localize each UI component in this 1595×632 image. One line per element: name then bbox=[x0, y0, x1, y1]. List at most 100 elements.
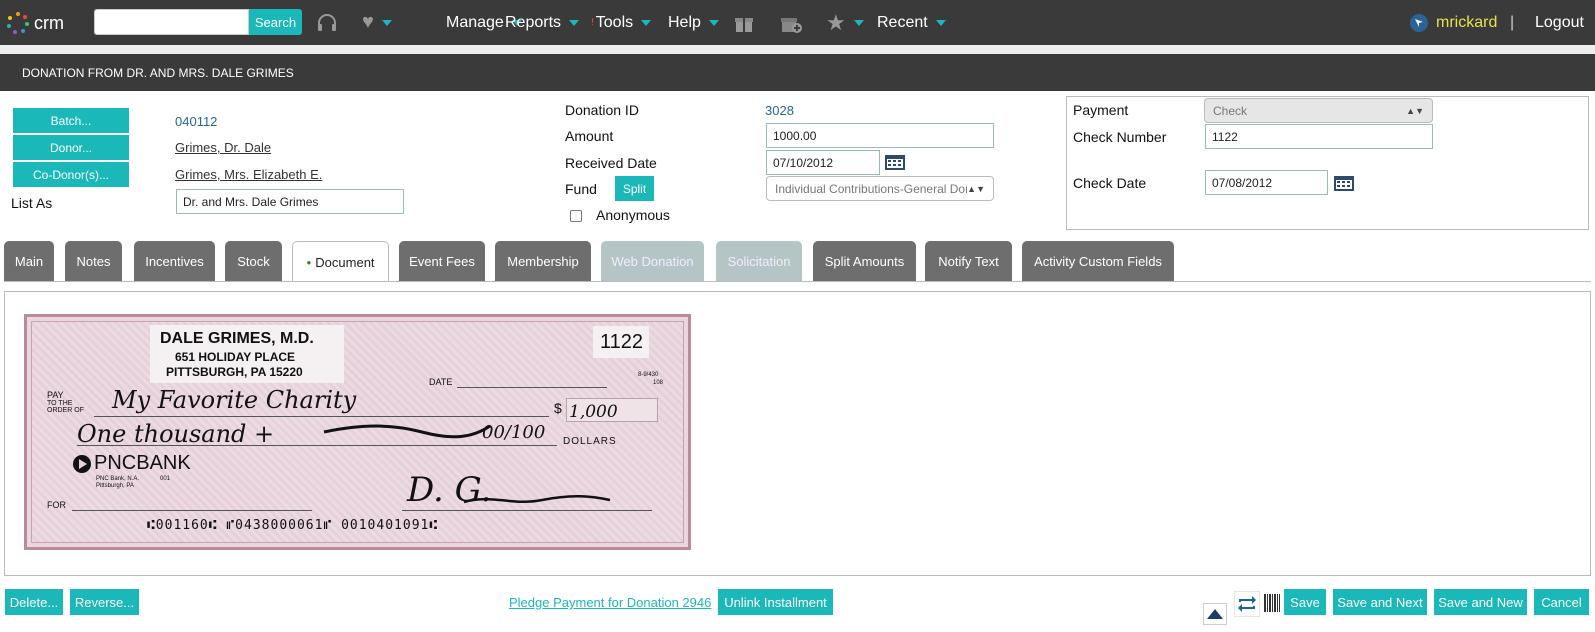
headset-icon[interactable] bbox=[316, 0, 338, 45]
arrow-up-icon bbox=[1207, 609, 1223, 619]
starred-menu[interactable]: ★ bbox=[826, 0, 864, 45]
top-navbar: crm Search ♥ Manage Reports ! Tools Help… bbox=[0, 0, 1595, 45]
favorites-menu[interactable]: ♥ bbox=[362, 0, 392, 45]
check-date-line bbox=[457, 387, 607, 388]
codonor-link[interactable]: Grimes, Mrs. Elizabeth E. bbox=[175, 167, 322, 182]
tab-event-fees[interactable]: Event Fees bbox=[399, 241, 485, 282]
check-memo-line bbox=[72, 510, 312, 511]
fund-selected: Individual Contributions-General Don bbox=[775, 181, 968, 196]
chevron-down-icon bbox=[708, 19, 719, 26]
check-date-input[interactable]: 07/08/2012 bbox=[1205, 170, 1328, 195]
tab-membership[interactable]: Membership bbox=[495, 241, 591, 282]
chevron-down-icon bbox=[381, 19, 392, 26]
manage-label: Manage bbox=[446, 13, 504, 31]
search-input[interactable] bbox=[94, 9, 249, 35]
tab-notes[interactable]: Notes bbox=[65, 241, 122, 282]
tab-document-label: Document bbox=[315, 254, 375, 270]
check-dollar-sign: $ bbox=[554, 400, 562, 416]
payment-selected: Check bbox=[1213, 103, 1248, 118]
user-menu[interactable]: mrickard bbox=[1410, 0, 1497, 45]
delete-button[interactable]: Delete... bbox=[5, 589, 63, 615]
select-arrows-icon: ▲▼ bbox=[1406, 105, 1424, 116]
check-address-2: PITTSBURGH, PA 15220 bbox=[166, 365, 303, 379]
calendar-icon[interactable] bbox=[884, 153, 906, 171]
reports-menu[interactable]: Reports bbox=[505, 0, 580, 45]
check-amount-words: One thousand + bbox=[77, 420, 275, 448]
tab-divider bbox=[4, 281, 1591, 282]
tab-main[interactable]: Main bbox=[4, 241, 54, 282]
fund-select[interactable]: Individual Contributions-General Don ▲▼ bbox=[766, 176, 994, 201]
anonymous-checkbox[interactable] bbox=[570, 210, 582, 222]
star-icon: ★ bbox=[826, 9, 846, 35]
crm-logo-icon bbox=[7, 12, 29, 34]
save-button[interactable]: Save bbox=[1284, 589, 1326, 615]
amount-input[interactable]: 1000.00 bbox=[766, 123, 994, 148]
check-routing-fraction: 8-9/430 bbox=[638, 372, 659, 378]
check-routing-sub: 108 bbox=[653, 380, 664, 386]
check-signature-stroke bbox=[463, 494, 611, 504]
calendar-icon[interactable] bbox=[1333, 174, 1355, 192]
check-payee: My Favorite Charity bbox=[112, 386, 357, 414]
received-date-label: Received Date bbox=[565, 155, 657, 171]
list-as-input[interactable]: Dr. and Mrs. Dale Grimes bbox=[176, 189, 404, 214]
batch-link[interactable]: 040112 bbox=[175, 114, 217, 129]
tab-document[interactable]: ● Document bbox=[292, 241, 389, 282]
codonor-button[interactable]: Co-Donor(s)... bbox=[13, 162, 129, 187]
help-menu[interactable]: Help bbox=[668, 0, 719, 45]
batch-button[interactable]: Batch... bbox=[13, 108, 129, 133]
repeat-icon[interactable] bbox=[1234, 591, 1260, 617]
cancel-button[interactable]: Cancel bbox=[1534, 589, 1589, 615]
check-number-input[interactable]: 1122 bbox=[1205, 124, 1433, 149]
crm-logo[interactable]: crm bbox=[6, 9, 86, 37]
check-cents: 00/100 bbox=[482, 422, 546, 443]
gift-icon[interactable] bbox=[733, 0, 755, 45]
recent-menu[interactable]: Recent bbox=[877, 0, 946, 45]
reports-label: Reports bbox=[505, 13, 562, 31]
donor-button[interactable]: Donor... bbox=[13, 135, 129, 160]
tab-split-amounts[interactable]: Split Amounts bbox=[813, 241, 916, 282]
unlink-installment-button[interactable]: Unlink Installment bbox=[718, 589, 833, 615]
check-number: 1122 bbox=[600, 331, 644, 353]
reverse-button[interactable]: Reverse... bbox=[70, 589, 139, 615]
recent-label: Recent bbox=[877, 13, 928, 31]
check-account-name: DALE GRIMES, M.D. bbox=[160, 330, 314, 347]
chevron-down-icon bbox=[569, 19, 580, 26]
check-bank-name: PNCBANK bbox=[94, 452, 191, 474]
check-words-line bbox=[77, 445, 557, 446]
tab-notify-text[interactable]: Notify Text bbox=[925, 241, 1012, 282]
tab-web-donation: Web Donation bbox=[601, 241, 704, 282]
active-dot-icon: ● bbox=[306, 257, 312, 267]
split-button[interactable]: Split bbox=[615, 176, 654, 201]
check-bank-sub-1: PNC Bank, N.A. bbox=[96, 476, 140, 482]
save-and-new-button[interactable]: Save and New bbox=[1434, 589, 1527, 615]
check-date-label: DATE bbox=[429, 377, 453, 387]
tab-activity-custom-fields[interactable]: Activity Custom Fields bbox=[1022, 241, 1174, 282]
barcode-icon[interactable] bbox=[1264, 594, 1280, 612]
chevron-down-icon bbox=[935, 19, 946, 26]
list-as-label: List As bbox=[11, 195, 53, 211]
save-and-next-button[interactable]: Save and Next bbox=[1333, 589, 1427, 615]
scroll-top-button[interactable] bbox=[1203, 603, 1227, 625]
donor-link[interactable]: Grimes, Dr. Dale bbox=[175, 140, 271, 155]
tools-label: Tools bbox=[595, 13, 634, 31]
check-body: DALE GRIMES, M.D. 651 HOLIDAY PLACE PITT… bbox=[31, 321, 684, 543]
payment-select[interactable]: Check ▲▼ bbox=[1204, 98, 1433, 123]
tab-incentives[interactable]: Incentives bbox=[134, 241, 215, 282]
heart-icon: ♥ bbox=[362, 11, 374, 33]
pnc-logo-icon bbox=[73, 455, 91, 473]
check-bank-sub-2: Pittsburgh, PA bbox=[96, 483, 134, 489]
check-order-label: TO THE ORDER OF bbox=[47, 400, 84, 414]
add-gift-icon[interactable] bbox=[779, 0, 803, 45]
select-arrows-icon: ▲▼ bbox=[967, 183, 985, 194]
tools-menu[interactable]: ! Tools bbox=[591, 0, 652, 45]
received-date-input[interactable]: 07/10/2012 bbox=[766, 150, 880, 175]
logout-link[interactable]: Logout bbox=[1535, 0, 1584, 45]
check-for-label: FOR bbox=[47, 500, 66, 510]
search-button[interactable]: Search bbox=[249, 9, 302, 35]
amount-label: Amount bbox=[565, 128, 614, 144]
donation-id-value[interactable]: 3028 bbox=[765, 103, 794, 118]
tab-stock[interactable]: Stock bbox=[225, 241, 282, 282]
check-signature-line bbox=[402, 510, 652, 511]
check-address-1: 651 HOLIDAY PLACE bbox=[175, 350, 296, 364]
pledge-payment-link[interactable]: Pledge Payment for Donation 2946 bbox=[509, 595, 711, 610]
